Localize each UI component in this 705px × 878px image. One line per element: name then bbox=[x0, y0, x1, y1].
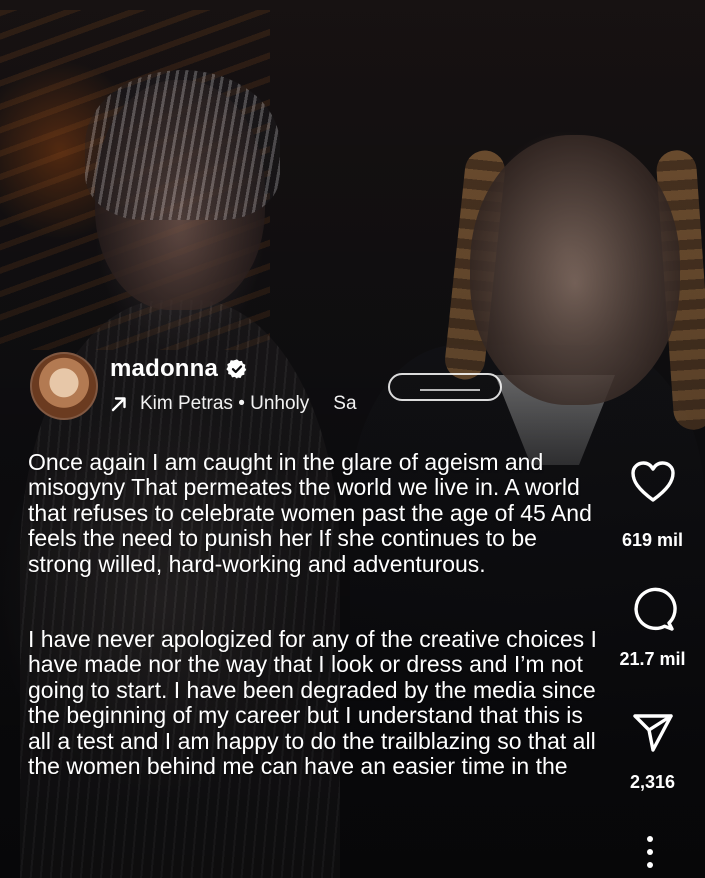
send-icon[interactable] bbox=[631, 710, 675, 754]
post-caption[interactable]: Once again I am caught in the glare of a… bbox=[28, 449, 603, 780]
avatar[interactable] bbox=[30, 352, 98, 420]
comment-count[interactable]: 21.7 mil bbox=[605, 649, 700, 670]
comment-action: 21.7 mil bbox=[605, 585, 700, 670]
audio-track-label: Kim Petras • Unholy bbox=[140, 393, 310, 414]
like-count[interactable]: 619 mil bbox=[605, 530, 700, 551]
comment-icon[interactable] bbox=[629, 585, 677, 633]
caption-paragraph-2: I have never apologized for any of the c… bbox=[28, 626, 597, 780]
verified-badge-icon bbox=[226, 359, 247, 379]
like-action: 619 mil bbox=[605, 460, 700, 551]
post-header: madonna Kim Petras • Unholy Sa bbox=[30, 352, 380, 420]
heart-icon[interactable] bbox=[630, 460, 676, 504]
arrow-icon bbox=[111, 397, 126, 412]
more-vertical-icon[interactable] bbox=[640, 834, 660, 870]
reel-viewer: madonna Kim Petras • Unholy Sa Once agai… bbox=[0, 0, 705, 878]
username[interactable]: madonna bbox=[110, 355, 218, 383]
user-meta: madonna Kim Petras • Unholy Sa bbox=[110, 352, 380, 417]
share-action: 2,316 bbox=[605, 710, 700, 793]
follow-pill-line bbox=[420, 389, 480, 391]
caption-paragraph-1: Once again I am caught in the glare of a… bbox=[28, 449, 592, 577]
audio-track-overflow: Sa bbox=[333, 393, 357, 414]
follow-button[interactable] bbox=[388, 373, 502, 401]
username-line: madonna bbox=[110, 352, 380, 386]
audio-track[interactable]: Kim Petras • Unholy Sa bbox=[110, 391, 380, 417]
share-count[interactable]: 2,316 bbox=[605, 772, 700, 793]
